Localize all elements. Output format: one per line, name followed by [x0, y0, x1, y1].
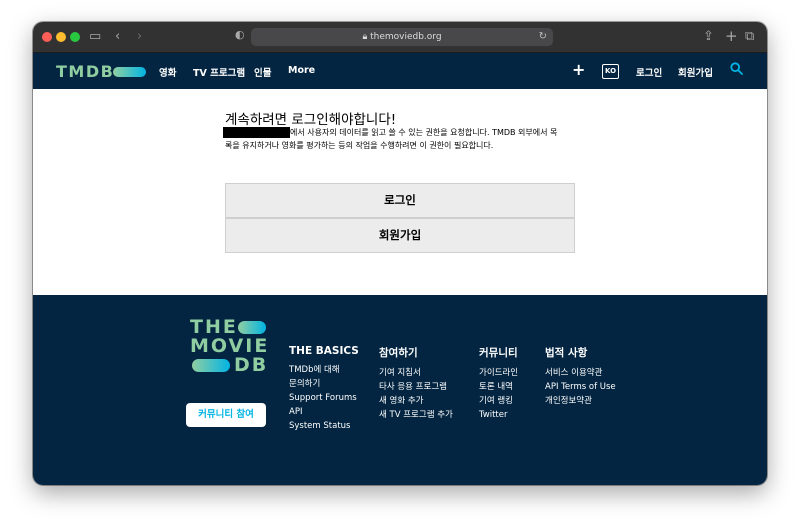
- footer-col-title: 커뮤니티: [479, 347, 518, 359]
- footer-link[interactable]: 새 TV 프로그램 추가: [379, 408, 453, 422]
- nav-more[interactable]: More: [288, 65, 315, 76]
- footer-link[interactable]: Support Forums: [289, 391, 359, 405]
- footer-link[interactable]: TMDb에 대해: [289, 363, 359, 377]
- nav-tv-shows[interactable]: TV 프로그램: [193, 65, 245, 79]
- browser-window: ▭ ‹ › ◐ 🔒︎ themoviedb.org ↻ ⇪ + ⧉ TMDB 영…: [33, 22, 767, 485]
- url-text: 🔒︎ themoviedb.org: [362, 32, 442, 42]
- nav-signup[interactable]: 회원가입: [678, 65, 713, 79]
- nav-login[interactable]: 로그인: [636, 65, 662, 79]
- login-button[interactable]: 로그인: [225, 183, 575, 218]
- footer-col-title: THE BASICS: [289, 345, 359, 357]
- description-line-2: 록을 유지하거나 영화를 평가하는 등의 작업을 수행하려면 이 권한이 필요합…: [225, 141, 494, 150]
- minimize-window-button[interactable]: [56, 32, 66, 42]
- footer-link[interactable]: 기여 지침서: [379, 366, 453, 380]
- zoom-window-button[interactable]: [70, 32, 80, 42]
- back-icon[interactable]: ‹: [115, 28, 120, 46]
- footer-link[interactable]: 새 영화 추가: [379, 394, 453, 408]
- redacted-app-name: [223, 127, 290, 138]
- new-tab-icon[interactable]: +: [725, 27, 738, 45]
- tmdb-logo[interactable]: TMDB: [56, 62, 114, 81]
- join-community-button[interactable]: 커뮤니티 참여: [186, 403, 266, 427]
- footer-link[interactable]: 가이드라인: [479, 366, 518, 380]
- footer-link[interactable]: 개인정보약관: [545, 394, 616, 408]
- forward-icon[interactable]: ›: [137, 28, 142, 46]
- close-window-button[interactable]: [42, 32, 52, 42]
- footer-link[interactable]: 서비스 이용약관: [545, 366, 616, 380]
- footer-col-participate: 참여하기 기여 지침서 타사 응용 프로그램 새 영화 추가 새 TV 프로그램…: [379, 345, 453, 422]
- site-footer: THE MOVIE DB 커뮤니티 참여 THE BASICS TMDb에 대해…: [33, 295, 767, 485]
- reload-icon[interactable]: ↻: [539, 29, 547, 45]
- footer-link[interactable]: API: [289, 405, 359, 419]
- footer-col-legal: 법적 사항 서비스 이용약관 API Terms of Use 개인정보약관: [545, 345, 616, 408]
- footer-col-title: 참여하기: [379, 347, 418, 359]
- sidebar-icon[interactable]: ▭: [89, 28, 101, 46]
- signup-button[interactable]: 회원가입: [225, 218, 575, 253]
- address-bar[interactable]: 🔒︎ themoviedb.org ↻: [251, 28, 553, 46]
- site-navbar: TMDB 영화 TV 프로그램 인물 More + KO 로그인 회원가입: [33, 53, 767, 89]
- nav-movies[interactable]: 영화: [159, 65, 176, 79]
- plus-icon[interactable]: +: [572, 60, 585, 79]
- share-icon[interactable]: ⇪: [703, 28, 714, 46]
- login-required-panel: 계속하려면 로그인해야합니다! 에서 사용자의 데이터를 읽고 쓸 수 있는 권…: [33, 89, 767, 295]
- footer-col-basics: THE BASICS TMDb에 대해 문의하기 Support Forums …: [289, 345, 359, 433]
- tab-overview-icon[interactable]: ⧉: [745, 28, 754, 46]
- footer-link[interactable]: 타사 응용 프로그램: [379, 380, 453, 394]
- page-title: 계속하려면 로그인해야합니다!: [225, 112, 397, 128]
- description-line-1: 에서 사용자의 데이터를 읽고 쓸 수 있는 권한을 요청합니다. TMDB 외…: [290, 128, 558, 137]
- footer-col-title: 법적 사항: [545, 347, 588, 359]
- footer-link[interactable]: API Terms of Use: [545, 380, 616, 394]
- footer-link[interactable]: System Status: [289, 419, 359, 433]
- language-selector[interactable]: KO: [602, 64, 619, 79]
- footer-link[interactable]: Twitter: [479, 408, 518, 422]
- privacy-shield-icon[interactable]: ◐: [235, 28, 245, 41]
- nav-people[interactable]: 인물: [254, 65, 271, 79]
- lock-icon: 🔒︎: [362, 32, 371, 42]
- browser-titlebar: ▭ ‹ › ◐ 🔒︎ themoviedb.org ↻ ⇪ + ⧉: [33, 22, 767, 53]
- footer-link[interactable]: 기여 랭킹: [479, 394, 518, 408]
- footer-link[interactable]: 토론 내역: [479, 380, 518, 394]
- footer-link[interactable]: 문의하기: [289, 377, 359, 391]
- logo-pill: [113, 67, 146, 77]
- search-icon[interactable]: [730, 62, 743, 79]
- footer-col-community: 커뮤니티 가이드라인 토론 내역 기여 랭킹 Twitter: [479, 345, 518, 422]
- footer-logo[interactable]: THE MOVIE DB: [190, 318, 269, 375]
